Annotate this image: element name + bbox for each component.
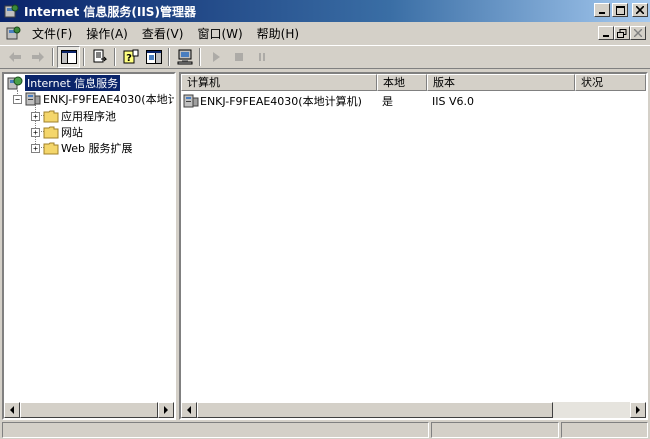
expand-toggle[interactable]: + [31,143,40,153]
arrow-right-icon [164,406,168,414]
iis-services-icon [7,76,23,90]
status-bar [0,421,650,439]
forward-arrow-icon [31,52,44,62]
tree-label-iis-root[interactable]: Internet 信息服务 [23,74,122,92]
forward-button[interactable] [26,46,49,68]
title-bar: Internet 信息服务(IIS)管理器 [0,0,650,22]
list-header: 计算机 本地 版本 状况 [181,74,646,91]
help-icon: ? [123,49,138,64]
scroll-track[interactable] [197,402,630,418]
arrow-left-icon [10,406,14,414]
show-hide-action-pane-button[interactable] [142,46,165,68]
cell-local: 是 [382,95,393,108]
tree-label-computer[interactable]: ENKJ-F9FEAE4030(本地计 [43,91,174,107]
folder-icon [43,110,59,123]
toolbar-separator [114,48,116,66]
connect-computer-button[interactable] [173,46,196,68]
computer-icon [177,49,192,65]
export-list-button[interactable] [88,46,111,68]
computer-icon [183,94,199,108]
menu-bar: 文件(F) 操作(A) 查看(V) 窗口(W) 帮助(H) [0,22,650,44]
start-button[interactable] [204,46,227,68]
child-restore-button[interactable] [614,26,630,40]
scroll-thumb[interactable] [20,402,158,418]
menu-help[interactable]: 帮助(H) [250,23,306,44]
computer-name: ENKJ-F9FEAE4030(本地计算机) [200,95,362,108]
toolbar: ? [0,45,650,69]
scroll-left-button[interactable] [4,402,20,418]
back-arrow-icon [8,52,21,62]
column-header-version[interactable]: 版本 [427,74,575,91]
folder-icon [43,142,59,155]
stop-icon [234,53,243,61]
tree-item-websites[interactable]: + 网站 [31,124,83,140]
maximize-button[interactable] [612,3,628,17]
cell-version: IIS V6.0 [432,94,474,108]
tree-item-web-extensions[interactable]: + Web 服务扩展 [31,140,132,156]
menu-window[interactable]: 窗口(W) [190,23,249,44]
stop-button[interactable] [227,46,250,68]
console-tree-pane[interactable]: Internet 信息服务 − ENKJ-F9FEAE4030(本地计 + 应用… [2,72,176,420]
cell-computer: ENKJ-F9FEAE4030(本地计算机) [181,93,377,109]
tree-item-computer[interactable]: − ENKJ-F9FEAE4030(本地计 [13,91,174,107]
child-close-button[interactable] [630,26,646,40]
export-list-icon [93,49,107,63]
arrow-left-icon [187,406,191,414]
pause-icon [258,53,265,61]
child-minimize-button[interactable] [598,26,614,40]
tree-label-web-extensions[interactable]: Web 服务扩展 [61,140,132,156]
menu-action[interactable]: 操作(A) [79,23,135,44]
back-button[interactable] [3,46,26,68]
pause-button[interactable] [250,46,273,68]
scroll-right-button[interactable] [158,402,174,418]
folder-icon [43,126,59,139]
tree-horizontal-scrollbar[interactable] [4,402,174,418]
mmc-console-icon[interactable] [5,25,21,41]
minimize-button[interactable] [594,3,610,17]
menu-file[interactable]: 文件(F) [25,23,79,44]
column-header-computer[interactable]: 计算机 [181,74,377,91]
console-tree-icon [60,50,77,64]
show-hide-tree-button[interactable] [57,46,80,68]
toolbar-separator [168,48,170,66]
scroll-thumb[interactable] [197,402,553,418]
iis-manager-icon [4,4,19,18]
column-header-local[interactable]: 本地 [377,74,427,91]
status-panel-middle [431,422,559,438]
list-row[interactable]: ENKJ-F9FEAE4030(本地计算机) 是 IIS V6.0 [181,92,646,110]
action-pane-icon [145,50,162,64]
toolbar-separator [199,48,201,66]
tree-label-websites[interactable]: 网站 [61,124,83,140]
result-list-pane[interactable]: 计算机 本地 版本 状况 ENKJ-F9FEAE4030(本地计算机) 是 II… [179,72,648,420]
status-panel-main [2,422,429,438]
play-icon [212,52,220,62]
collapse-toggle[interactable]: − [13,94,22,104]
svg-text:?: ? [126,53,132,64]
scroll-left-button[interactable] [181,402,197,418]
arrow-right-icon [636,406,640,414]
toolbar-separator [52,48,54,66]
expand-toggle[interactable]: + [31,127,40,137]
column-header-status[interactable]: 状况 [575,74,646,91]
scroll-right-button[interactable] [630,402,646,418]
help-button[interactable]: ? [119,46,142,68]
close-button[interactable] [632,3,648,17]
list-horizontal-scrollbar[interactable] [181,402,646,418]
window-title: Internet 信息服务(IIS)管理器 [24,4,196,19]
tree-label-app-pools[interactable]: 应用程序池 [61,108,116,124]
tree-item-app-pools[interactable]: + 应用程序池 [31,108,116,124]
menu-view[interactable]: 查看(V) [135,23,191,44]
toolbar-separator [83,48,85,66]
tree-item-iis-root[interactable]: Internet 信息服务 [7,74,122,92]
expand-toggle[interactable]: + [31,111,40,121]
scroll-track[interactable] [20,402,158,418]
computer-icon [25,92,41,106]
status-panel-right [561,422,648,438]
